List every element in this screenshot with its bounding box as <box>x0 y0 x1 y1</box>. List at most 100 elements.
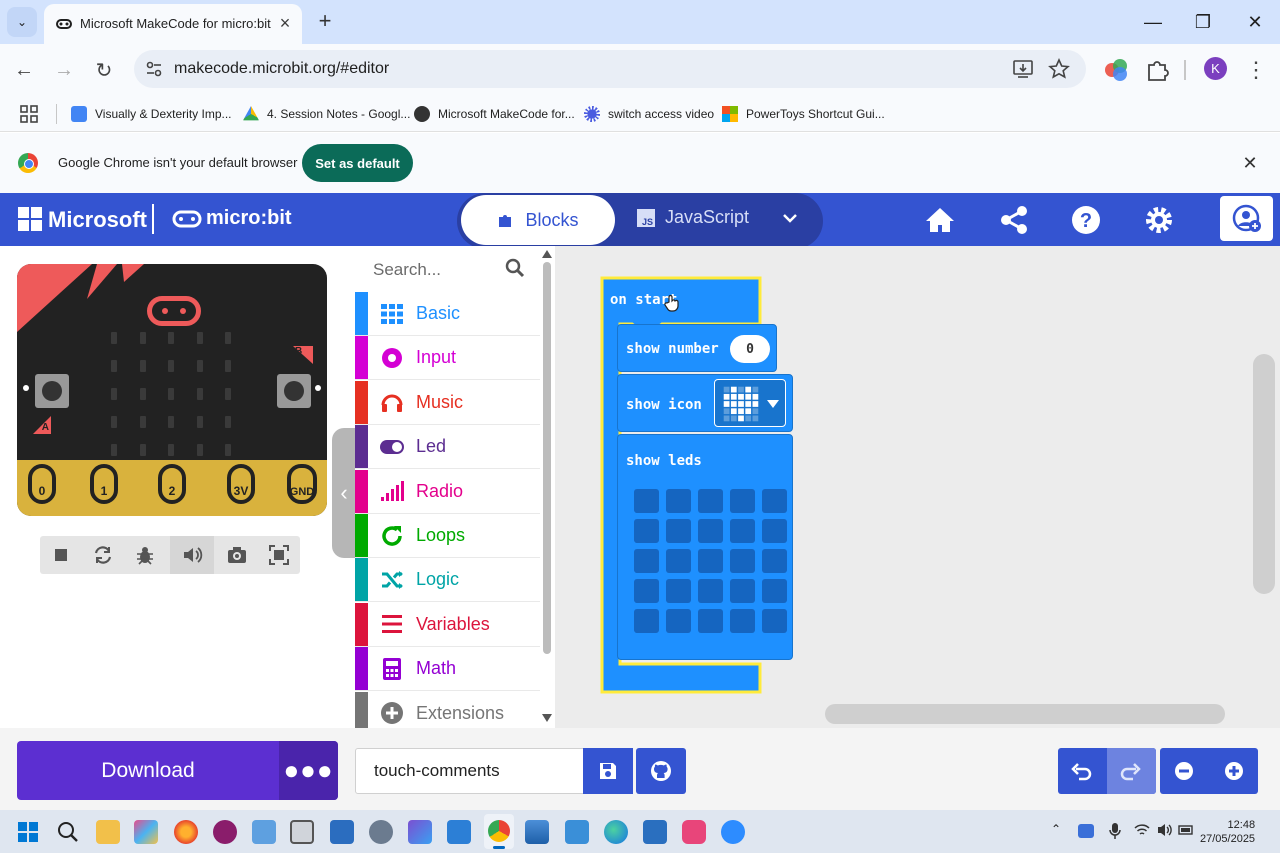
share-icon[interactable] <box>998 204 1030 236</box>
microbit-brand[interactable]: micro:bit <box>172 207 292 230</box>
collapse-simulator-button[interactable]: ‹ <box>332 428 356 558</box>
led-toggle-cell[interactable] <box>730 489 755 513</box>
tray-chevron-icon[interactable]: ⌃ <box>1051 822 1061 836</box>
led-toggle-cell[interactable] <box>634 489 659 513</box>
show-number-block[interactable]: show number 0 <box>617 324 777 372</box>
address-bar[interactable]: makecode.microbit.org/#editor <box>134 50 1086 88</box>
download-more-options-icon[interactable]: ●●● <box>279 741 338 800</box>
show-leds-block[interactable]: show leds <box>617 434 793 660</box>
window-close-button[interactable]: ✕ <box>1240 8 1270 36</box>
toolbox-scrollbar[interactable] <box>542 250 552 722</box>
redo-button[interactable] <box>1107 748 1156 794</box>
scroll-down-icon[interactable] <box>542 714 552 722</box>
workspace-horizontal-scrollbar[interactable] <box>825 704 1225 724</box>
led-toggle-cell[interactable] <box>634 579 659 603</box>
bookmark-makecode[interactable]: Microsoft MakeCode for... <box>414 102 575 126</box>
led-toggle-cell[interactable] <box>730 609 755 633</box>
screenshot-camera-icon[interactable] <box>226 544 248 566</box>
search-icon[interactable] <box>505 258 525 278</box>
bookmark-session-notes[interactable]: 4. Session Notes - Googl... <box>243 102 410 126</box>
bookmark-star-icon[interactable] <box>1048 58 1070 80</box>
chrome-taskbar-button[interactable] <box>484 814 514 849</box>
microbit-simulator-board[interactable]: A B 0 1 2 3V GND <box>17 264 327 516</box>
music-app-icon[interactable] <box>682 820 706 844</box>
settings-gear-icon[interactable] <box>1143 204 1175 236</box>
microsoft-brand[interactable]: Microsoft <box>48 207 147 233</box>
led-toggle-cell[interactable] <box>730 579 755 603</box>
blocks-workspace[interactable]: on start show number 0 show icon show le… <box>555 246 1280 728</box>
pin-2[interactable]: 2 <box>158 464 186 504</box>
logo-touch-sensor[interactable] <box>147 296 201 326</box>
led-editor-grid[interactable] <box>634 489 788 635</box>
led-toggle-cell[interactable] <box>666 609 691 633</box>
edge-icon[interactable] <box>604 820 628 844</box>
mode-dropdown-icon[interactable] <box>781 209 799 227</box>
minimize-button[interactable]: — <box>1138 8 1168 36</box>
pin-1[interactable]: 1 <box>90 464 118 504</box>
tab-search-dropdown-icon[interactable]: ⌄ <box>7 7 37 37</box>
bookmark-powertoys[interactable]: PowerToys Shortcut Gui... <box>722 102 885 126</box>
led-toggle-cell[interactable] <box>698 579 723 603</box>
stop-icon[interactable] <box>50 544 72 566</box>
reload-button[interactable]: ↻ <box>88 54 120 86</box>
extensions-puzzle-icon[interactable] <box>1144 57 1170 83</box>
led-toggle-cell[interactable] <box>698 519 723 543</box>
led-toggle-cell[interactable] <box>698 549 723 573</box>
blocks-tab[interactable]: Blocks <box>461 195 615 245</box>
led-toggle-cell[interactable] <box>698 609 723 633</box>
firefox-icon[interactable] <box>174 820 198 844</box>
zoom-out-icon[interactable] <box>1174 761 1194 781</box>
extension-color-icon[interactable] <box>1103 57 1129 83</box>
category-loops[interactable]: Loops <box>355 514 540 558</box>
pin-3v[interactable]: 3V <box>227 464 255 504</box>
install-app-icon[interactable] <box>1012 58 1034 80</box>
category-extensions[interactable]: Extensions <box>355 691 540 728</box>
led-toggle-cell[interactable] <box>762 489 787 513</box>
javascript-tab[interactable]: JS JavaScript <box>637 207 749 228</box>
fullscreen-icon[interactable] <box>268 544 290 566</box>
category-input[interactable]: Input <box>355 336 540 381</box>
led-toggle-cell[interactable] <box>730 519 755 543</box>
pin-0[interactable]: 0 <box>28 464 56 504</box>
debug-bug-icon[interactable] <box>134 544 156 566</box>
category-basic[interactable]: Basic <box>355 292 540 336</box>
bookmark-visually-dexterity[interactable]: Visually & Dexterity Imp... <box>71 102 232 126</box>
button-b[interactable] <box>277 374 311 408</box>
snipping-tool-icon[interactable] <box>252 820 276 844</box>
led-toggle-cell[interactable] <box>762 549 787 573</box>
apps-grid-icon[interactable] <box>19 104 39 124</box>
mute-toggle[interactable] <box>170 536 214 574</box>
browser-tab[interactable]: Microsoft MakeCode for micro:bit × <box>44 4 302 44</box>
category-logic[interactable]: Logic <box>355 558 540 603</box>
home-icon[interactable] <box>924 204 956 236</box>
terminal-icon[interactable] <box>290 820 314 844</box>
led-toggle-cell[interactable] <box>762 579 787 603</box>
show-icon-block[interactable]: show icon <box>617 374 793 432</box>
new-tab-button[interactable]: + <box>312 8 338 34</box>
infobar-close-icon[interactable]: ✕ <box>1240 153 1260 173</box>
browser-menu-icon[interactable]: ⋮ <box>1245 56 1267 84</box>
tab-close-icon[interactable]: × <box>274 12 296 34</box>
media-player-icon[interactable] <box>213 820 237 844</box>
led-toggle-cell[interactable] <box>762 609 787 633</box>
scroll-up-icon[interactable] <box>542 250 552 258</box>
download-button[interactable]: Download <box>17 741 279 800</box>
zoom-app-icon[interactable] <box>721 820 745 844</box>
led-toggle-cell[interactable] <box>730 549 755 573</box>
microphone-icon[interactable] <box>1108 822 1122 840</box>
windows-start-icon[interactable] <box>18 822 38 842</box>
number-input[interactable]: 0 <box>730 335 770 363</box>
led-toggle-cell[interactable] <box>666 519 691 543</box>
wifi-icon[interactable] <box>1134 823 1150 837</box>
led-toggle-cell[interactable] <box>698 489 723 513</box>
photos-icon[interactable] <box>134 820 158 844</box>
system-clock[interactable]: 12:48 27/05/2025 <box>1200 818 1255 846</box>
sign-in-button[interactable] <box>1220 196 1273 241</box>
toolbox-scroll-thumb[interactable] <box>543 262 551 654</box>
back-button[interactable]: ← <box>8 54 40 86</box>
project-name-input[interactable]: touch-comments <box>355 748 585 794</box>
set-as-default-button[interactable]: Set as default <box>302 144 413 182</box>
help-icon[interactable]: ? <box>1070 204 1102 236</box>
file-explorer-icon[interactable] <box>96 820 120 844</box>
on-start-block[interactable]: on start <box>602 278 760 324</box>
